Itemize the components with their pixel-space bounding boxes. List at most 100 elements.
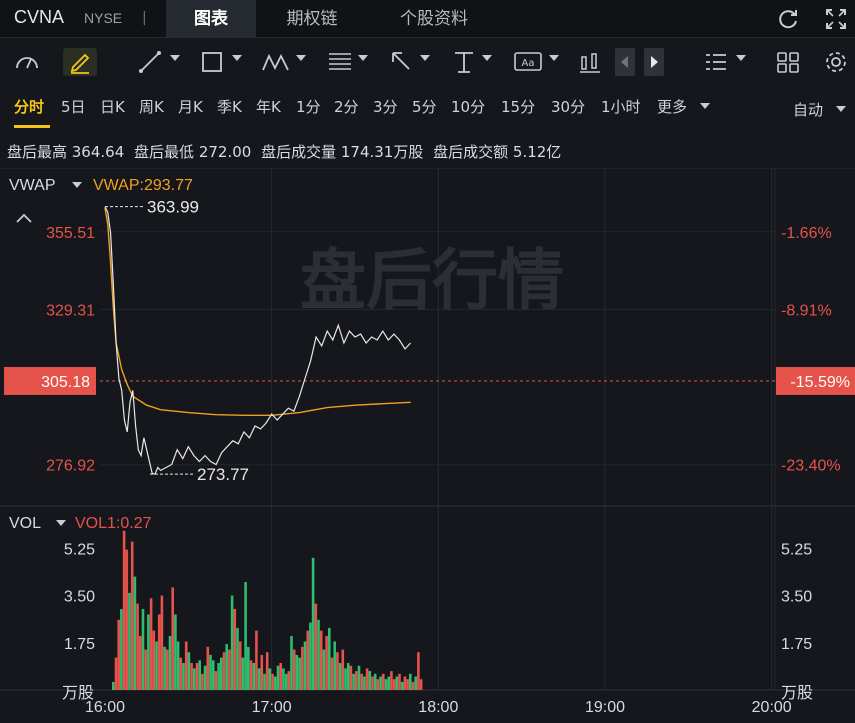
refresh-icon[interactable] bbox=[775, 6, 801, 32]
volume-bar bbox=[319, 630, 323, 690]
pct-tick-right: -23.40% bbox=[781, 458, 841, 475]
volume-bar bbox=[411, 681, 415, 690]
grid-icon[interactable] bbox=[775, 48, 801, 76]
volume-bar bbox=[265, 652, 269, 690]
volume-bar bbox=[414, 676, 417, 690]
volume-bar bbox=[206, 646, 210, 690]
period-5d[interactable]: 5日 bbox=[61, 96, 86, 117]
volume-bar bbox=[371, 676, 374, 690]
volume-bar bbox=[117, 619, 120, 690]
period-15min[interactable]: 15分 bbox=[501, 96, 535, 117]
pct-tick-right: -8.91% bbox=[781, 302, 832, 319]
stat-amount: 盘后成交额 5.12亿 bbox=[433, 143, 562, 161]
period-year[interactable]: 年K bbox=[256, 96, 281, 117]
volume-bar bbox=[260, 654, 264, 690]
time-tick-label: 19:00 bbox=[585, 699, 625, 716]
period-week[interactable]: 周K bbox=[139, 96, 164, 117]
volume-bar bbox=[141, 609, 145, 690]
volume-bar bbox=[384, 679, 388, 690]
layout-list-icon[interactable] bbox=[703, 48, 729, 76]
next-icon[interactable] bbox=[644, 48, 664, 76]
vol-indicator-label[interactable]: VOL bbox=[9, 515, 41, 532]
period-5min[interactable]: 5分 bbox=[412, 96, 437, 117]
period-2min[interactable]: 2分 bbox=[334, 96, 359, 117]
volume-bar bbox=[190, 663, 193, 690]
auto-mode-caret-icon[interactable] bbox=[836, 106, 846, 112]
price-tick-left: 329.31 bbox=[46, 302, 95, 319]
arrow-tool-caret-icon[interactable] bbox=[420, 55, 430, 61]
measure-tool-icon[interactable] bbox=[452, 48, 476, 76]
period-more[interactable]: 更多 bbox=[657, 96, 687, 117]
volume-bar bbox=[298, 657, 301, 690]
volume-bar bbox=[400, 681, 404, 690]
volume-bar bbox=[403, 676, 407, 690]
tab-options-chain[interactable]: 期权链 bbox=[262, 0, 362, 38]
pattern-tool-icon[interactable] bbox=[260, 48, 292, 76]
time-tick-label: 17:00 bbox=[252, 699, 292, 716]
measure-tool-caret-icon[interactable] bbox=[482, 55, 492, 61]
candle-type-icon[interactable] bbox=[578, 48, 602, 76]
prev-icon[interactable] bbox=[615, 48, 635, 76]
period-day[interactable]: 日K bbox=[100, 96, 125, 117]
volume-bar bbox=[282, 668, 285, 690]
volume-bar bbox=[341, 649, 345, 690]
period-quarter[interactable]: 季K bbox=[217, 96, 242, 117]
volume-bar bbox=[379, 676, 382, 690]
rectangle-tool-caret-icon[interactable] bbox=[232, 55, 242, 61]
volume-bar bbox=[152, 630, 156, 690]
period-intraday[interactable]: 分时 bbox=[14, 96, 44, 117]
pattern-tool-caret-icon[interactable] bbox=[296, 55, 306, 61]
volume-bar bbox=[241, 657, 245, 690]
tab-stock-profile[interactable]: 个股资料 bbox=[374, 0, 494, 38]
settings-icon[interactable] bbox=[823, 48, 849, 76]
volume-bar bbox=[301, 646, 304, 690]
volume-bar bbox=[155, 641, 158, 690]
volume-bar bbox=[144, 649, 147, 690]
draw-pen-icon[interactable] bbox=[63, 48, 97, 76]
volume-bar bbox=[279, 663, 282, 690]
period-30min[interactable]: 30分 bbox=[551, 96, 585, 117]
period-selector: 分时 5日 日K 周K 月K 季K 年K 1分 2分 3分 5分 10分 15分… bbox=[0, 86, 855, 126]
vwap-indicator-label[interactable]: VWAP bbox=[9, 177, 56, 194]
period-3min[interactable]: 3分 bbox=[373, 96, 398, 117]
arrow-tool-icon[interactable] bbox=[388, 48, 414, 76]
period-10min[interactable]: 10分 bbox=[451, 96, 485, 117]
volume-bar bbox=[136, 603, 139, 690]
line-tool-icon[interactable] bbox=[136, 48, 164, 76]
volume-bar bbox=[395, 676, 399, 690]
tab-chart[interactable]: 图表 bbox=[166, 0, 256, 38]
volume-bar bbox=[114, 657, 118, 690]
volume-bar bbox=[368, 671, 372, 690]
volume-bar bbox=[290, 636, 293, 690]
fib-tool-icon[interactable] bbox=[326, 48, 354, 76]
fib-tool-caret-icon[interactable] bbox=[358, 55, 368, 61]
period-month[interactable]: 月K bbox=[178, 96, 203, 117]
more-caret-icon[interactable] bbox=[700, 103, 710, 109]
volume-bar bbox=[276, 665, 280, 690]
volume-bar bbox=[314, 603, 318, 690]
volume-bar bbox=[373, 673, 377, 690]
volume-bar bbox=[238, 641, 242, 690]
chart-area[interactable]: 盘后行情 VWAP VWAP:293.77 355.51 -1.66% 329.31… bbox=[0, 168, 855, 723]
volume-bar bbox=[157, 614, 161, 690]
gauge-icon[interactable] bbox=[12, 48, 42, 76]
volume-bar bbox=[220, 657, 223, 690]
pct-tick-right: -1.66% bbox=[781, 225, 832, 242]
volume-bar bbox=[193, 668, 196, 690]
volume-bar bbox=[419, 679, 423, 690]
auto-mode-dropdown[interactable]: 自动 bbox=[793, 99, 823, 120]
line-tool-caret-icon[interactable] bbox=[170, 55, 180, 61]
volume-bar bbox=[406, 679, 409, 690]
volume-bar bbox=[174, 614, 177, 690]
volume-bar bbox=[306, 630, 309, 690]
volume-bar bbox=[338, 663, 342, 690]
layout-caret-icon[interactable] bbox=[736, 55, 746, 61]
volume-bar bbox=[287, 671, 291, 690]
text-tool-caret-icon[interactable] bbox=[549, 55, 559, 61]
rectangle-tool-icon[interactable] bbox=[199, 48, 225, 76]
period-1min[interactable]: 1分 bbox=[296, 96, 321, 117]
volume-bar bbox=[252, 663, 255, 690]
text-tool-icon[interactable]: Aa bbox=[513, 48, 543, 76]
fullscreen-icon[interactable] bbox=[823, 6, 849, 32]
period-1hour[interactable]: 1小时 bbox=[601, 96, 641, 117]
